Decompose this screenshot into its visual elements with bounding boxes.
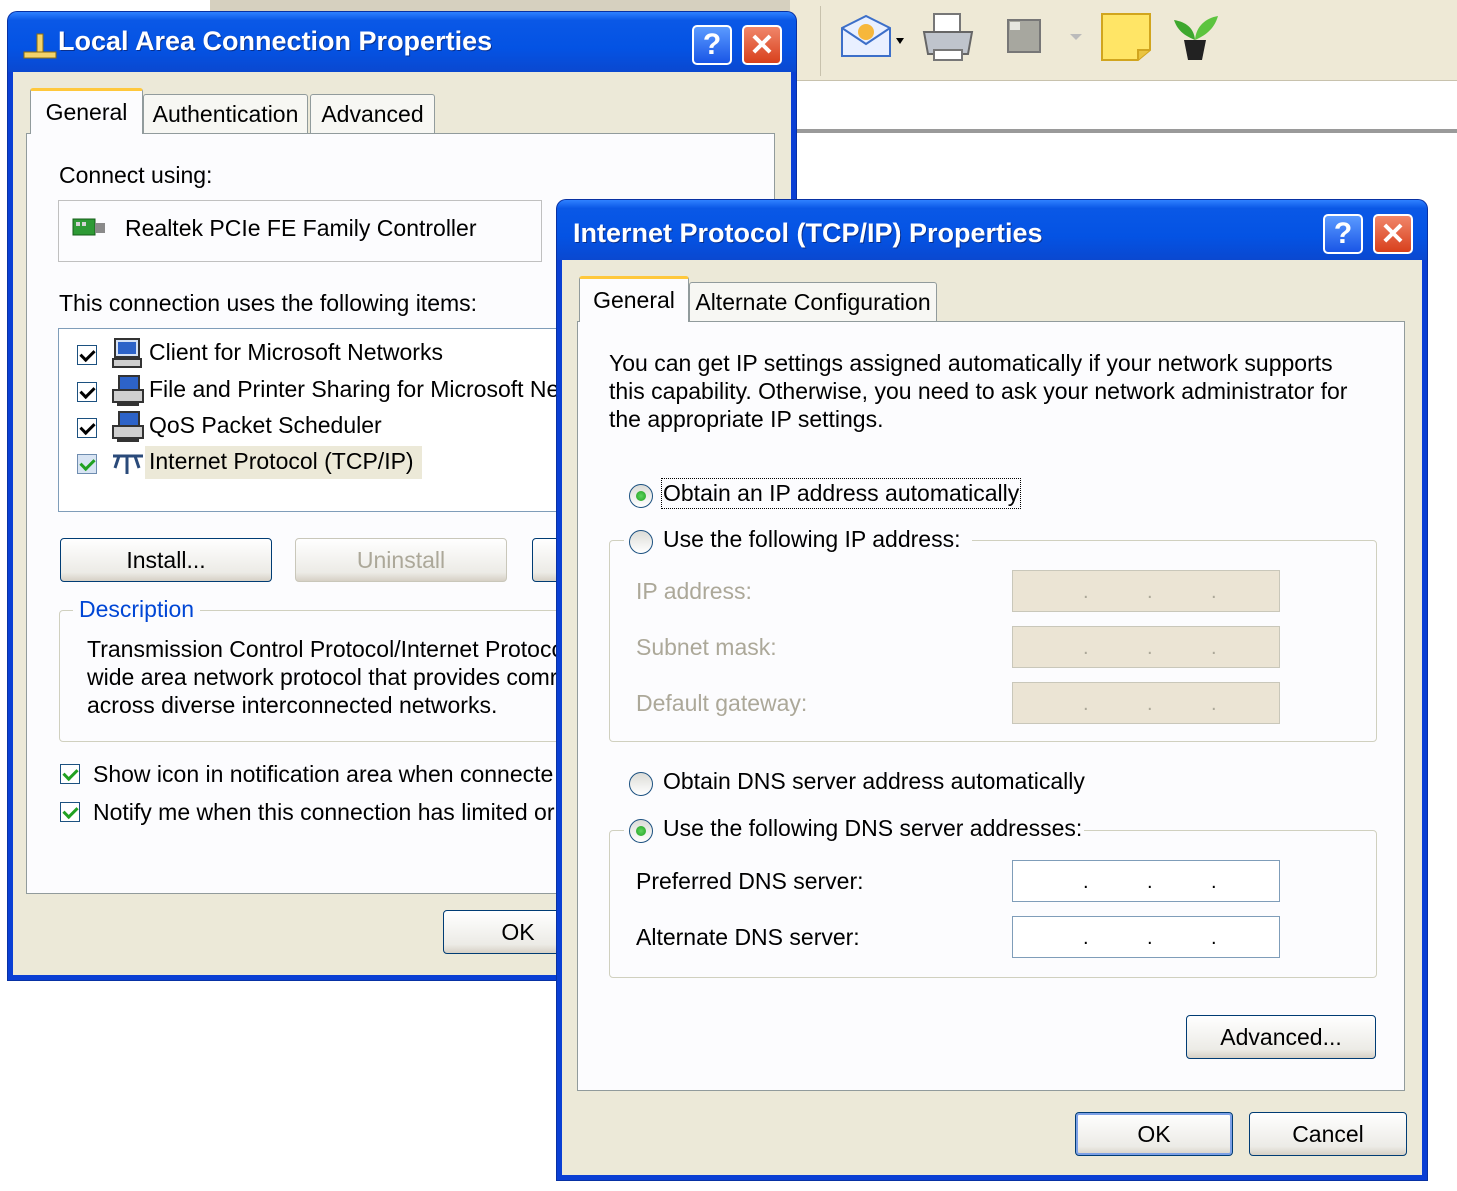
preferred-dns-input[interactable]: ... — [1012, 860, 1280, 902]
lan-help-button[interactable]: ? — [692, 25, 732, 65]
ip-dot: . — [1083, 581, 1089, 603]
tab-advanced[interactable]: Advanced — [310, 94, 435, 134]
ip-dot: . — [1211, 871, 1217, 893]
items-label: This connection uses the following items… — [59, 290, 478, 316]
subnet-mask-label: Subnet mask: — [636, 634, 777, 660]
list-item[interactable]: QoS Packet Scheduler — [59, 410, 559, 444]
component-checkbox[interactable] — [77, 418, 97, 438]
dropdown-arrow-icon[interactable] — [1066, 10, 1086, 62]
use-following-ip-radio[interactable] — [629, 530, 653, 554]
background-address-area — [790, 81, 1457, 133]
obtain-ip-auto-label[interactable]: Obtain an IP address automatically — [660, 478, 1022, 509]
ip-address-label: IP address: — [636, 578, 752, 604]
qos-scheduler-icon — [112, 411, 144, 442]
use-following-dns-radio[interactable] — [629, 819, 653, 843]
tcpip-general-panel: You can get IP settings assigned automat… — [577, 321, 1405, 1091]
window-icon[interactable] — [1004, 10, 1044, 62]
ip-dot: . — [1211, 637, 1217, 659]
lan-close-button[interactable]: ✕ — [742, 25, 782, 65]
default-gateway-input[interactable]: ... — [1012, 682, 1280, 724]
notify-label[interactable]: Notify me when this connection has limit… — [93, 799, 555, 826]
obtain-dns-auto-radio[interactable] — [629, 772, 653, 796]
ip-dot: . — [1083, 871, 1089, 893]
ip-dot: . — [1211, 693, 1217, 715]
tcpip-dialog-body: General Alternate Configuration You can … — [562, 260, 1422, 1175]
ip-dot: . — [1147, 927, 1153, 949]
tcpip-protocol-icon — [113, 454, 143, 474]
tab-authentication[interactable]: Authentication — [143, 94, 308, 134]
printer-icon[interactable] — [920, 10, 976, 62]
install-button[interactable]: Install... — [60, 538, 272, 582]
adapter-name: Realtek PCIe FE Family Controller — [125, 215, 477, 241]
advanced-button[interactable]: Advanced... — [1186, 1015, 1376, 1059]
client-computer-icon — [112, 338, 142, 368]
description-line: wide area network protocol that provides… — [87, 664, 558, 690]
ip-dot: . — [1211, 927, 1217, 949]
tcpip-close-button[interactable]: ✕ — [1373, 214, 1413, 254]
intro-text-line: the appropriate IP settings. — [609, 406, 884, 432]
component-label: Internet Protocol (TCP/IP) — [145, 446, 422, 479]
network-connection-icon — [23, 33, 57, 59]
ip-dot: . — [1147, 693, 1153, 715]
ip-dot: . — [1147, 637, 1153, 659]
use-following-dns-label[interactable]: Use the following DNS server addresses: — [663, 815, 1082, 842]
ip-dot: . — [1083, 637, 1089, 659]
description-label: Description — [73, 596, 201, 623]
lan-window-title: Local Area Connection Properties — [58, 26, 493, 56]
tcpip-ok-button[interactable]: OK — [1075, 1112, 1233, 1156]
component-checkbox[interactable] — [77, 454, 97, 474]
file-printer-sharing-icon — [112, 375, 144, 406]
intro-text-line: You can get IP settings assigned automat… — [609, 350, 1333, 376]
obtain-dns-auto-label[interactable]: Obtain DNS server address automatically — [663, 768, 1085, 795]
mail-icon[interactable] — [838, 10, 908, 62]
default-gateway-label: Default gateway: — [636, 690, 808, 716]
component-label: Client for Microsoft Networks — [149, 339, 443, 365]
tcpip-cancel-button[interactable]: Cancel — [1249, 1112, 1407, 1156]
component-label: QoS Packet Scheduler — [149, 412, 382, 438]
tab-general[interactable]: General — [30, 88, 143, 134]
intro-text-line: this capability. Otherwise, you need to … — [609, 378, 1348, 404]
show-icon-label[interactable]: Show icon in notification area when conn… — [93, 761, 553, 788]
alternate-dns-input[interactable]: ... — [1012, 916, 1280, 958]
alternate-dns-label: Alternate DNS server: — [636, 924, 860, 950]
subnet-mask-input[interactable]: ... — [1012, 626, 1280, 668]
list-item[interactable]: Internet Protocol (TCP/IP) — [59, 446, 559, 482]
component-checkbox[interactable] — [77, 345, 97, 365]
list-item[interactable]: Client for Microsoft Networks — [59, 337, 559, 371]
obtain-ip-auto-radio[interactable] — [629, 484, 653, 508]
toolbar-separator — [820, 6, 821, 76]
uninstall-button[interactable]: Uninstall — [295, 538, 507, 582]
network-adapter-icon — [72, 218, 105, 236]
component-checkbox[interactable] — [77, 382, 97, 402]
notify-checkbox[interactable] — [60, 802, 80, 822]
show-icon-checkbox[interactable] — [60, 764, 80, 784]
preferred-dns-label: Preferred DNS server: — [636, 868, 864, 894]
tcpip-properties-window: Internet Protocol (TCP/IP) Properties ? … — [557, 200, 1427, 1180]
ip-dot: . — [1211, 581, 1217, 603]
note-icon[interactable] — [1098, 10, 1154, 62]
ip-dot: . — [1147, 871, 1153, 893]
plant-icon[interactable] — [1168, 10, 1222, 62]
description-line: across diverse interconnected networks. — [87, 692, 498, 718]
ip-dot: . — [1083, 693, 1089, 715]
component-label: File and Printer Sharing for Microsoft N… — [149, 376, 566, 402]
ip-dot: . — [1083, 927, 1089, 949]
use-following-ip-label[interactable]: Use the following IP address: — [663, 526, 960, 553]
connect-using-label: Connect using: — [59, 162, 213, 188]
tab-general[interactable]: General — [579, 276, 689, 322]
tab-alternate-configuration[interactable]: Alternate Configuration — [689, 282, 937, 322]
tcpip-window-title: Internet Protocol (TCP/IP) Properties — [573, 218, 1043, 248]
ip-dot: . — [1147, 581, 1153, 603]
adapter-field: Realtek PCIe FE Family Controller — [58, 200, 542, 262]
list-item[interactable]: File and Printer Sharing for Microsoft N… — [59, 374, 566, 408]
components-list: Client for Microsoft Networks File and P… — [58, 328, 578, 512]
description-line: Transmission Control Protocol/Internet P… — [87, 636, 565, 662]
tcpip-help-button[interactable]: ? — [1323, 214, 1363, 254]
ip-address-input[interactable]: ... — [1012, 570, 1280, 612]
